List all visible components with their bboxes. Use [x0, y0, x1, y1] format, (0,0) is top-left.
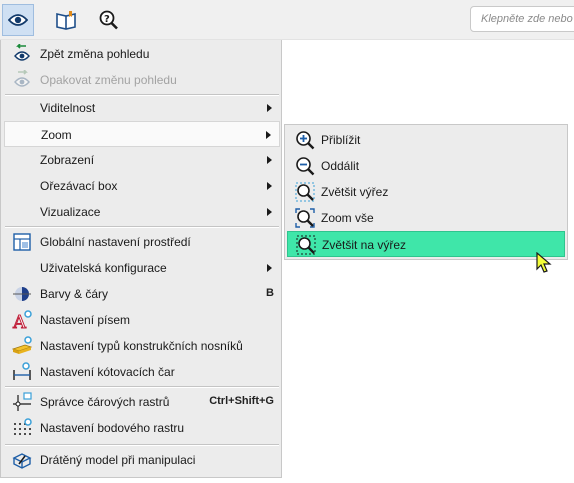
menu-separator: [5, 444, 279, 446]
menu-item-label: Ořezávací box: [40, 179, 118, 193]
menu-item-beam-types[interactable]: Nastavení typů konstrukčních nosníků: [4, 333, 280, 359]
submenu-item-label: Oddálit: [321, 159, 360, 173]
redo-view-icon: [14, 70, 30, 87]
menu-item-display[interactable]: Zobrazení: [4, 147, 280, 173]
menu-item-line-grid-manager[interactable]: Správce čárových rastrů Ctrl+Shift+G: [4, 389, 280, 415]
submenu-item-zoom-to-selection[interactable]: Zvětšit na výřez: [287, 231, 565, 257]
menu-item-label: Barvy & čáry: [40, 287, 109, 301]
zoom-in-icon: [296, 131, 315, 150]
submenu-item-label: Zvětšit výřez: [321, 185, 389, 199]
menu-item-colors-lines[interactable]: Barvy & čáry B: [4, 281, 280, 307]
menu-item-redo-view[interactable]: Opakovat změnu pohledu: [4, 67, 280, 93]
menu-item-label: Zobrazení: [40, 153, 95, 167]
submenu-arrow-icon: [267, 208, 272, 216]
submenu-arrow-icon: [267, 264, 272, 272]
help-button[interactable]: ?: [93, 4, 125, 36]
zoom-all-icon: [295, 208, 315, 228]
colors-lines-icon: [13, 287, 31, 301]
menu-item-clipping-box[interactable]: Ořezávací box: [4, 173, 280, 199]
zoom-submenu: Přiblížit Oddálit Zvětšit výřez Zoom vše: [284, 124, 568, 260]
menu-item-label: Správce čárových rastrů: [40, 395, 170, 409]
global-settings-icon: [13, 233, 31, 251]
top-toolbar: ? Klepněte zde nebo: [0, 0, 574, 40]
submenu-item-zoom-window[interactable]: Zvětšit výřez: [287, 179, 565, 205]
search-input[interactable]: Klepněte zde nebo: [470, 6, 574, 32]
menu-item-global-settings[interactable]: Globální nastavení prostředí: [4, 229, 280, 255]
line-grid-icon: [13, 392, 32, 411]
submenu-arrow-icon: [267, 156, 272, 164]
menu-item-visualization[interactable]: Vizualizace: [4, 199, 280, 225]
menu-item-user-config[interactable]: Uživatelská konfigurace: [4, 255, 280, 281]
zoom-out-icon: [296, 157, 315, 176]
eye-icon: [8, 14, 28, 26]
point-grid-icon: [14, 418, 32, 435]
menu-item-dimension-lines[interactable]: Nastavení kótovacích čar: [4, 359, 280, 385]
menu-separator: [5, 386, 279, 388]
menu-item-undo-view[interactable]: Zpět změna pohledu: [4, 41, 280, 67]
menu-item-label: Uživatelská konfigurace: [40, 261, 167, 275]
book-icon: [56, 11, 76, 30]
view-menu: Zpět změna pohledu Opakovat změnu pohled…: [0, 40, 282, 478]
help-search-icon: ?: [99, 10, 118, 30]
menu-item-label: Viditelnost: [40, 101, 96, 115]
submenu-item-zoom-in[interactable]: Přiblížit: [287, 127, 565, 153]
menu-item-label: Zoom: [41, 128, 72, 142]
menu-item-point-grid[interactable]: Nastavení bodového rastru: [4, 415, 280, 441]
mouse-cursor-icon: [536, 252, 552, 273]
menu-item-font-settings[interactable]: A Nastavení písem: [4, 307, 280, 333]
svg-text:?: ?: [104, 14, 110, 25]
manual-button[interactable]: [50, 4, 82, 36]
submenu-item-zoom-out[interactable]: Oddálit: [287, 153, 565, 179]
submenu-arrow-icon: [267, 104, 272, 112]
dimension-lines-icon: [13, 362, 31, 380]
submenu-item-zoom-all[interactable]: Zoom vše: [287, 205, 565, 231]
zoom-to-selection-icon: [296, 235, 316, 255]
shortcut-text: Ctrl+Shift+G: [209, 395, 274, 407]
submenu-item-label: Zoom vše: [321, 211, 374, 225]
menu-item-wireframe[interactable]: Drátěný model při manipulaci: [4, 447, 280, 473]
view-menu-button[interactable]: [2, 4, 34, 36]
submenu-arrow-icon: [267, 182, 272, 190]
menu-item-visibility[interactable]: Viditelnost: [4, 95, 280, 121]
submenu-arrow-icon: [266, 131, 271, 139]
menu-item-label: Vizualizace: [40, 205, 101, 219]
submenu-item-label: Zvětšit na výřez: [322, 238, 407, 252]
wireframe-icon: [12, 453, 32, 469]
font-settings-icon: A: [12, 310, 32, 330]
submenu-item-label: Přiblížit: [321, 133, 361, 147]
menu-item-label: Nastavení bodového rastru: [40, 421, 185, 435]
undo-view-icon: [14, 44, 30, 61]
menu-item-label: Globální nastavení prostředí: [40, 235, 191, 249]
menu-item-label: Nastavení typů konstrukčních nosníků: [40, 339, 243, 353]
menu-separator: [5, 226, 279, 228]
menu-item-label: Zpět změna pohledu: [40, 47, 150, 61]
menu-item-label: Drátěný model při manipulaci: [40, 453, 196, 467]
menu-item-label: Nastavení kótovacích čar: [40, 365, 175, 379]
menu-item-label: Nastavení písem: [40, 313, 131, 327]
shortcut-text: B: [266, 287, 274, 299]
beam-types-icon: [12, 336, 32, 354]
zoom-window-icon: [295, 182, 315, 202]
menu-item-zoom[interactable]: Zoom: [4, 121, 280, 147]
menu-item-label: Opakovat změnu pohledu: [40, 73, 177, 87]
